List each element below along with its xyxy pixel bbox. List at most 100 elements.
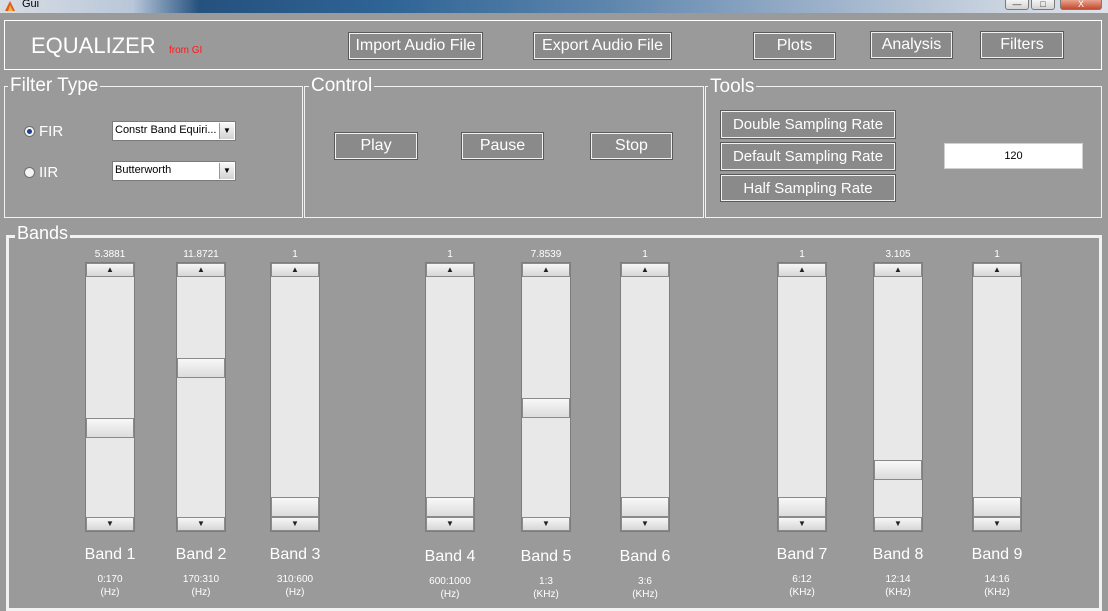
slider-thumb[interactable] [86, 417, 134, 438]
slider-up-arrow-icon[interactable]: ▲ [426, 263, 474, 277]
band-slider[interactable]: ▲ ▼ [777, 262, 827, 532]
band-name: Band 6 [619, 548, 671, 565]
band-name: Band 8 [872, 546, 924, 563]
slider-down-arrow-icon[interactable]: ▼ [874, 517, 922, 531]
slider-thumb[interactable] [621, 497, 669, 517]
sampling-rate-field[interactable]: 120 [944, 143, 1083, 169]
band-range-block: 12:14 (KHz) [853, 573, 943, 599]
slider-down-arrow-icon[interactable]: ▼ [973, 517, 1021, 531]
band-slider[interactable]: ▲ ▼ [521, 262, 571, 532]
iir-design-select[interactable]: Butterworth ▼ [112, 161, 236, 181]
filter-type-panel [4, 86, 303, 218]
maximize-button[interactable]: □ [1031, 0, 1055, 10]
fir-radio[interactable] [24, 126, 35, 137]
app-title: EQUALIZER [31, 33, 156, 58]
band-value-label: 1 [994, 249, 1000, 260]
band-range-block: 310:600 (Hz) [250, 573, 340, 599]
close-button[interactable]: X [1060, 0, 1102, 10]
slider-thumb[interactable] [778, 497, 826, 517]
band-value-label: 7.8539 [530, 249, 562, 260]
plots-button[interactable]: Plots [753, 32, 836, 60]
slider-thumb[interactable] [973, 497, 1021, 517]
band-slider[interactable]: ▲ ▼ [972, 262, 1022, 532]
band-value-label: 5.3881 [94, 249, 126, 260]
slider-up-arrow-icon[interactable]: ▲ [874, 263, 922, 277]
band-name: Band 1 [84, 546, 136, 563]
band-range: 1:3 [539, 576, 553, 587]
band-name: Band 2 [175, 546, 227, 563]
slider-up-arrow-icon[interactable]: ▲ [271, 263, 319, 277]
play-button[interactable]: Play [334, 132, 418, 160]
default-sampling-rate-button[interactable]: Default Sampling Rate [720, 142, 896, 171]
slider-down-arrow-icon[interactable]: ▼ [621, 517, 669, 531]
slider-down-arrow-icon[interactable]: ▼ [177, 517, 225, 531]
fir-design-value: Constr Band Equiri... [115, 124, 217, 136]
band-range: 600:1000 [429, 576, 471, 587]
band-unit: (KHz) [984, 587, 1010, 598]
band-range: 12:14 [885, 574, 911, 585]
slider-up-arrow-icon[interactable]: ▲ [621, 263, 669, 277]
window-title: Gui [22, 0, 40, 10]
chevron-down-icon: ▼ [219, 163, 234, 179]
band-name: Band 3 [269, 546, 321, 563]
band-slider[interactable]: ▲ ▼ [176, 262, 226, 532]
slider-up-arrow-icon[interactable]: ▲ [177, 263, 225, 277]
band-range: 14:16 [984, 574, 1010, 585]
band-slider[interactable]: ▲ ▼ [270, 262, 320, 532]
band-slider[interactable]: ▲ ▼ [873, 262, 923, 532]
band-unit: (KHz) [789, 587, 815, 598]
iir-design-value: Butterworth [115, 164, 172, 176]
minimize-button[interactable]: — [1005, 0, 1029, 10]
slider-up-arrow-icon[interactable]: ▲ [86, 263, 134, 277]
slider-thumb[interactable] [874, 459, 922, 480]
pause-button[interactable]: Pause [461, 132, 544, 160]
filters-button[interactable]: Filters [980, 31, 1064, 59]
filter-type-title: Filter Type [8, 75, 101, 96]
tools-title: Tools [708, 76, 757, 97]
band-range-block: 1:3 (KHz) [501, 575, 591, 601]
iir-label: IIR [39, 164, 59, 181]
band-range-block: 6:12 (KHz) [757, 573, 847, 599]
band-range: 3:6 [638, 576, 652, 587]
slider-down-arrow-icon[interactable]: ▼ [271, 517, 319, 531]
band-range-block: 170:310 (Hz) [156, 573, 246, 599]
fir-label: FIR [39, 123, 64, 140]
band-range: 6:12 [792, 574, 812, 585]
slider-up-arrow-icon[interactable]: ▲ [973, 263, 1021, 277]
stop-button[interactable]: Stop [590, 132, 673, 160]
band-value-label: 11.8721 [183, 249, 219, 260]
half-sampling-rate-button[interactable]: Half Sampling Rate [720, 174, 896, 202]
slider-up-arrow-icon[interactable]: ▲ [778, 263, 826, 277]
iir-radio[interactable] [24, 167, 35, 178]
band-slider[interactable]: ▲ ▼ [620, 262, 670, 532]
analysis-button[interactable]: Analysis [870, 31, 953, 59]
band-range-block: 600:1000 (Hz) [405, 575, 495, 601]
slider-thumb[interactable] [426, 497, 474, 517]
band-unit: (Hz) [191, 587, 211, 598]
fir-design-select[interactable]: Constr Band Equiri... ▼ [112, 121, 236, 141]
slider-up-arrow-icon[interactable]: ▲ [522, 263, 570, 277]
band-unit: (KHz) [533, 589, 559, 600]
band-unit: (KHz) [632, 589, 658, 600]
slider-thumb[interactable] [522, 398, 570, 418]
window-title-bar: Gui — □ X [0, 0, 1108, 13]
slider-down-arrow-icon[interactable]: ▼ [426, 517, 474, 531]
band-slider[interactable]: ▲ ▼ [425, 262, 475, 532]
bands-title: Bands [15, 223, 71, 243]
band-name: Band 5 [520, 548, 572, 565]
band-range: 170:310 [182, 574, 220, 585]
band-slider[interactable]: ▲ ▼ [85, 262, 135, 532]
slider-thumb[interactable] [271, 497, 319, 517]
matlab-icon [5, 1, 15, 11]
export-audio-button[interactable]: Export Audio File [533, 32, 672, 60]
slider-thumb[interactable] [177, 358, 225, 379]
band-unit: (Hz) [440, 589, 460, 600]
slider-down-arrow-icon[interactable]: ▼ [778, 517, 826, 531]
double-sampling-rate-button[interactable]: Double Sampling Rate [720, 110, 896, 139]
slider-down-arrow-icon[interactable]: ▼ [86, 517, 134, 531]
app-subtitle: from GI [169, 45, 203, 56]
band-range-block: 0:170 (Hz) [65, 573, 155, 599]
chevron-down-icon: ▼ [219, 123, 234, 139]
import-audio-button[interactable]: Import Audio File [348, 32, 483, 60]
slider-down-arrow-icon[interactable]: ▼ [522, 517, 570, 531]
